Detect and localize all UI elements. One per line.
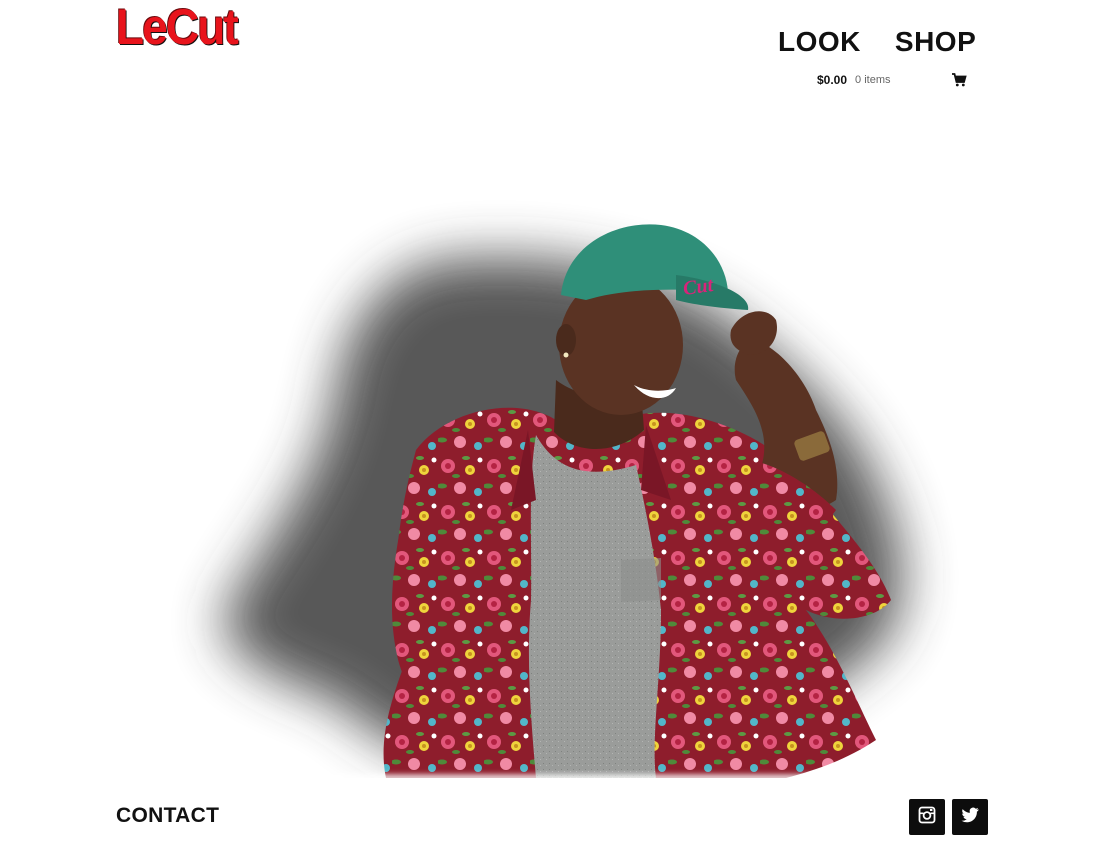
logo[interactable]: LeCut (116, 2, 239, 52)
nav-item-look[interactable]: LOOK (778, 26, 861, 58)
social-links (909, 799, 988, 835)
page: LeCut LOOK SHOP $0.00 0 items Cut CONTAC… (0, 0, 1105, 867)
hero-image: Cut (116, 180, 990, 778)
instagram-button[interactable] (909, 799, 945, 835)
twitter-icon (961, 807, 979, 828)
twitter-button[interactable] (952, 799, 988, 835)
cap-logo: Cut (682, 274, 716, 300)
cart-icon[interactable] (951, 72, 967, 88)
cart-summary[interactable]: $0.00 0 items (817, 72, 967, 88)
contact-link[interactable]: CONTACT (116, 803, 219, 829)
instagram-icon (918, 806, 936, 829)
main-nav: LOOK SHOP (778, 26, 976, 58)
nav-item-shop[interactable]: SHOP (895, 26, 976, 58)
cart-item-count: 0 items (855, 74, 891, 86)
cart-amount: $0.00 (817, 73, 848, 87)
